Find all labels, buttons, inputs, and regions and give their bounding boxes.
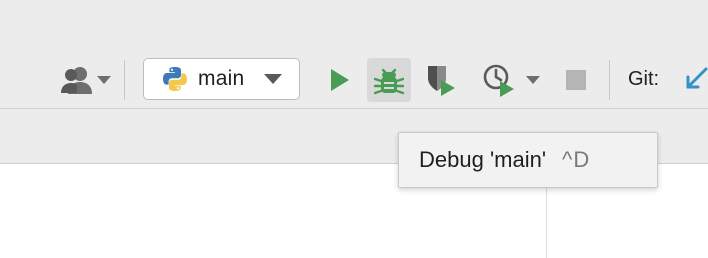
run-configuration-selector[interactable]: main (143, 58, 300, 100)
user-menu-button[interactable] (58, 62, 114, 98)
run-icon (331, 69, 349, 91)
run-configuration-name: main (198, 67, 245, 90)
chevron-down-icon (264, 74, 282, 84)
git-update-button[interactable] (684, 62, 708, 98)
debug-tooltip: Debug 'main' ^D (398, 132, 658, 188)
python-icon (163, 67, 187, 91)
stop-icon (566, 70, 586, 90)
debug-button[interactable] (367, 58, 411, 102)
profile-button[interactable] (476, 60, 546, 100)
toolbar-separator (609, 60, 610, 100)
coverage-icon (428, 66, 455, 96)
git-label: Git: (628, 68, 660, 90)
user-icon (61, 67, 92, 94)
chevron-down-icon[interactable] (525, 75, 541, 85)
profile-icon (483, 64, 514, 97)
debug-bug-icon (374, 68, 404, 95)
chevron-down-icon (97, 76, 111, 84)
run-button[interactable] (323, 62, 357, 98)
tooltip-shortcut: ^D (562, 147, 591, 172)
run-with-coverage-button[interactable] (420, 60, 460, 100)
stop-button[interactable] (560, 64, 592, 96)
toolbar-separator (124, 60, 125, 100)
git-update-icon (686, 67, 708, 89)
tooltip-text: Debug 'main' (419, 147, 547, 172)
